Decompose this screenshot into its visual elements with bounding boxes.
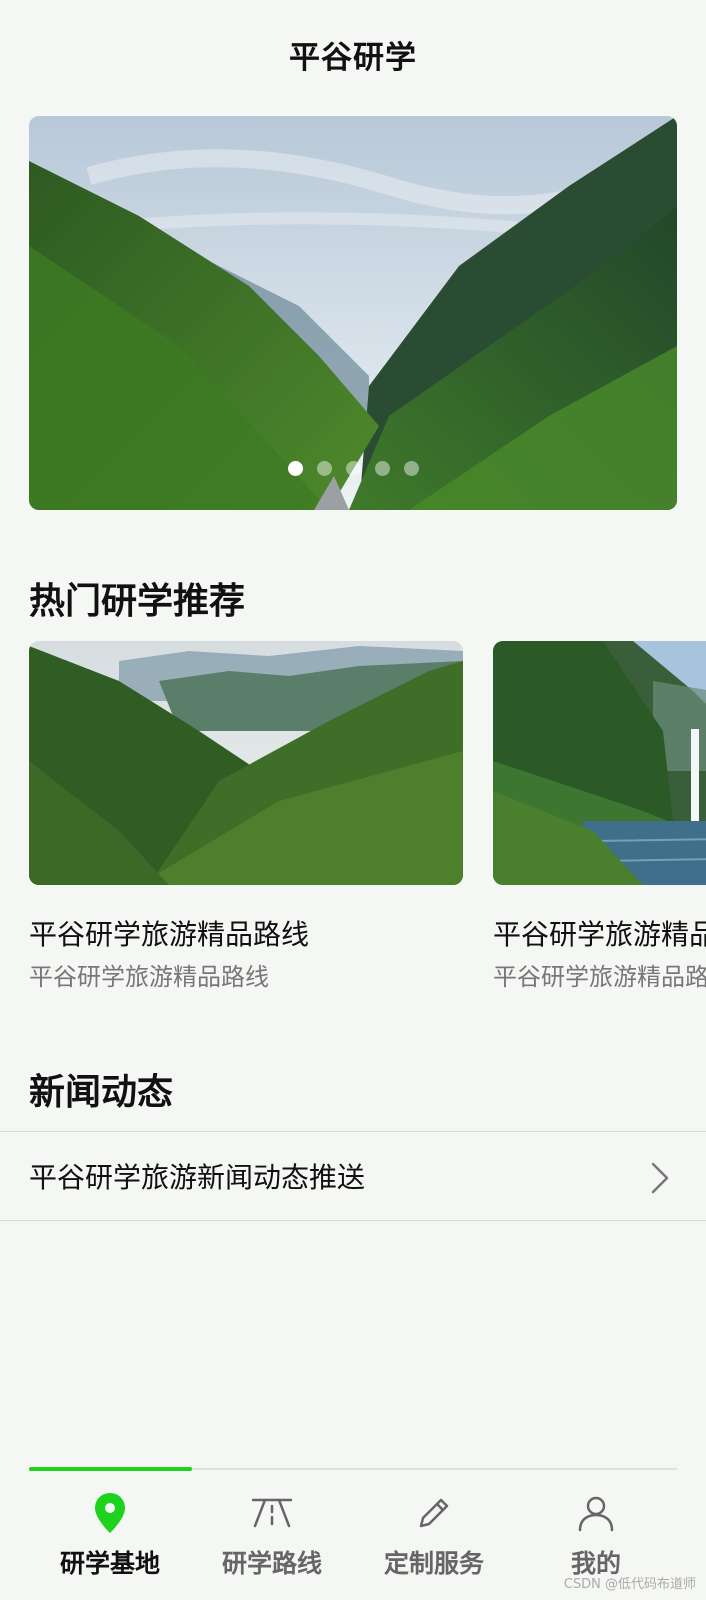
banner-image — [29, 116, 677, 510]
banner-carousel[interactable] — [29, 116, 677, 510]
tab-label: 研学路线 — [221, 1549, 322, 1578]
carousel-dot[interactable] — [316, 461, 332, 476]
tab-label: 定制服务 — [383, 1549, 484, 1578]
hot-card-subtitle: 平谷研学旅游精品路线 — [29, 963, 269, 991]
news-list-item[interactable]: 平谷研学旅游新闻动态推送 — [0, 1131, 706, 1221]
user-icon — [578, 1496, 614, 1532]
news-item-text: 平谷研学旅游新闻动态推送 — [29, 1161, 366, 1194]
carousel-dot[interactable] — [287, 461, 303, 476]
watermark-text: CSDN @低代码布道师 — [563, 1577, 696, 1592]
hot-card-image — [493, 641, 706, 885]
active-tab-indicator — [29, 1467, 192, 1471]
tab-mine[interactable]: 我的 — [515, 1470, 677, 1580]
carousel-dot[interactable] — [374, 461, 390, 476]
carousel-dot[interactable] — [345, 461, 361, 476]
news-section-title: 新闻动态 — [29, 1072, 174, 1113]
location-pin-icon — [95, 1493, 125, 1533]
top-bar: 平谷研学 — [0, 0, 706, 108]
carousel-dot[interactable] — [403, 461, 419, 476]
tab-research-routes[interactable]: 研学路线 — [191, 1470, 353, 1580]
page-title: 平谷研学 — [289, 39, 417, 76]
hot-card-title: 平谷研学旅游精品路线 — [29, 918, 310, 951]
hot-card-subtitle: 平谷研学旅游精品路线 — [493, 963, 706, 991]
hot-section-title: 热门研学推荐 — [29, 581, 246, 622]
tab-custom-service[interactable]: 定制服务 — [353, 1470, 515, 1580]
pencil-icon — [419, 1498, 449, 1528]
road-icon — [251, 1498, 293, 1528]
hot-card-title: 平谷研学旅游精品路线 — [493, 918, 706, 951]
chevron-right-icon — [651, 1162, 669, 1194]
hot-card-image — [29, 641, 463, 885]
tab-research-base[interactable]: 研学基地 — [29, 1470, 191, 1580]
tab-label: 研学基地 — [59, 1549, 160, 1578]
hot-card[interactable]: 平谷研学旅游精品路线 平谷研学旅游精品路线 — [29, 641, 463, 992]
hot-card[interactable]: 平谷研学旅游精品路线 平谷研学旅游精品路线 — [493, 641, 706, 992]
carousel-dots — [29, 461, 677, 476]
